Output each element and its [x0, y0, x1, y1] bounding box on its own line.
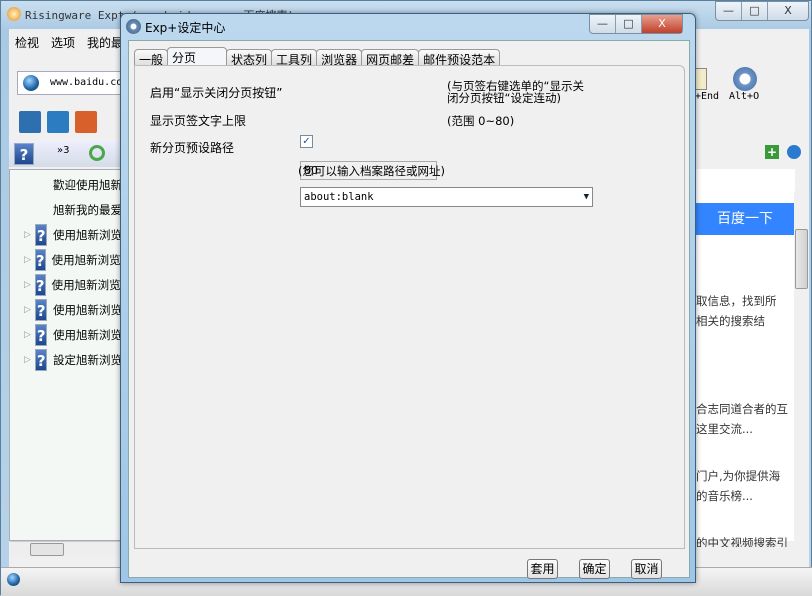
expand-icon[interactable]: ▷	[24, 305, 31, 315]
sidebar-horizontal-scrollbar[interactable]	[10, 541, 123, 557]
gear-icon	[126, 19, 141, 34]
expand-icon[interactable]: ▷	[24, 330, 31, 340]
sidebar-item-label: 歡迎使用旭新	[53, 178, 122, 192]
snippet-text: 的中文视频搜索引	[696, 536, 788, 547]
help-icon: ?	[35, 324, 47, 346]
alt-o-shortcut-label: Alt+O	[729, 91, 760, 102]
new-tab-path-combobox[interactable]: about:blank ▼	[300, 187, 593, 207]
add-icon[interactable]: +	[765, 145, 779, 159]
close-button[interactable]: X	[642, 15, 682, 33]
sidebar-item-label: 使用旭新浏览	[53, 303, 122, 317]
dialog-window-controls: — □ X	[589, 14, 683, 34]
sidebar-tab-overflow[interactable]: »3	[57, 145, 69, 156]
expand-icon[interactable]: ▷	[24, 280, 31, 290]
tab-1[interactable]: 分页	[167, 47, 228, 67]
expand-icon[interactable]: ▷	[24, 355, 31, 365]
scrollbar-thumb[interactable]	[30, 543, 64, 556]
baidu-search-button[interactable]: 百度一下	[696, 203, 794, 235]
maximize-button[interactable]: □	[742, 2, 768, 20]
snippet-text: 门户,为你提供海	[696, 469, 781, 483]
close-button[interactable]: X	[768, 2, 808, 20]
apply-button[interactable]: 套用	[527, 559, 558, 579]
help-icon: ?	[35, 299, 47, 321]
snippet-text: 取信息，找到所	[696, 294, 777, 308]
minimize-button[interactable]: —	[716, 2, 742, 20]
encoding-tool-icon[interactable]	[47, 111, 69, 133]
new-tab-path-value: about:blank	[304, 191, 374, 203]
main-window-controls: — □ X	[715, 1, 809, 21]
page-end-icon[interactable]	[695, 68, 707, 90]
cancel-button[interactable]: 取消	[631, 559, 662, 579]
app-logo-icon	[7, 7, 21, 21]
menu-options[interactable]: 选项	[51, 34, 75, 51]
html-tool-icon[interactable]	[75, 111, 97, 133]
sidebar-item[interactable]: ▷? 使用旭新浏览器	[10, 249, 122, 271]
help-icon[interactable]: ?	[14, 143, 34, 165]
show-close-checkbox[interactable]: ✓	[300, 135, 313, 148]
menu-view[interactable]: 检视	[15, 34, 39, 51]
snippet-text: 合志同道合者的互	[696, 402, 788, 416]
new-tab-path-hint: (您可以输入档案路径或网址)	[298, 164, 445, 178]
tab-panel-tabs: 启用“显示关闭分页按钮” ✓ (与页签右键选单的“显示关 闭分页按钮“设定连动)…	[134, 65, 685, 549]
toolbar-right: +End Alt+O	[695, 65, 795, 125]
help-icon: ?	[34, 274, 46, 296]
sidebar-item-label: 使用旭新浏览器	[51, 253, 122, 267]
maximize-button[interactable]: □	[616, 15, 642, 33]
expand-icon[interactable]: ▷	[24, 255, 31, 265]
toolbar	[19, 111, 97, 133]
refresh-icon[interactable]	[89, 145, 105, 161]
dialog-title: Exp+设定中心	[145, 21, 226, 35]
help-icon: ?	[34, 249, 46, 271]
sidebar-item[interactable]: 歡迎使用旭新	[10, 174, 122, 196]
minimize-button[interactable]: —	[590, 15, 616, 33]
end-shortcut-label: +End	[695, 91, 720, 102]
max-length-label: 显示页签文字上限	[150, 114, 247, 128]
sidebar-item[interactable]: ▷? 使用旭新浏览器	[10, 274, 122, 296]
snippet-text: 的音乐榜...	[696, 489, 753, 503]
sidebar-item-label: 使用旭新浏览器	[51, 278, 122, 292]
sidebar-item-label: 使用旭新浏览	[53, 328, 122, 342]
ok-button[interactable]: 确定	[579, 559, 610, 579]
show-close-hint: 闭分页按钮“设定连动)	[447, 91, 561, 105]
menu-bar: 检视 选项 我的最爱	[15, 34, 135, 51]
sidebar-item[interactable]: 旭新我的最爱	[10, 199, 122, 221]
sidebar-item[interactable]: ▷? 使用旭新浏览	[10, 299, 122, 321]
clock-icon[interactable]	[787, 145, 801, 159]
show-close-label: 启用“显示关闭分页按钮”	[150, 86, 283, 100]
sidebar-item[interactable]: ▷? 使用旭新浏览	[10, 324, 122, 346]
scrollbar-thumb[interactable]	[795, 229, 808, 289]
gear-icon[interactable]	[733, 67, 757, 91]
snippet-text: 这里交流...	[696, 422, 753, 436]
new-tab-path-label: 新分页预设路径	[150, 141, 235, 155]
dialog-body: 一般 分页 状态列 工具列 浏览器 网页邮差 邮件预设范本 启用“显示关闭分页按钮” ✓ (…	[128, 40, 690, 579]
sidebar-item-label: 設定旭新浏览	[53, 353, 122, 367]
sidebar-item-label: 旭新我的最爱	[53, 203, 122, 217]
settings-tool-icon[interactable]	[19, 111, 41, 133]
sidebar-list: 歡迎使用旭新旭新我的最爱▷?使用旭新浏览▷?使用旭新浏览器▷?使用旭新浏览器▷?…	[9, 169, 124, 541]
chevron-down-icon[interactable]: ▼	[584, 188, 589, 206]
help-icon: ?	[35, 349, 47, 371]
sidebar-item-label: 使用旭新浏览	[53, 228, 122, 242]
sidebar-tabs: ? »3	[9, 141, 124, 167]
settings-dialog: Exp+设定中心 — □ X 一般 分页 状态列 工具列 浏览器 网页邮差 邮件预设范本 启…	[120, 13, 696, 583]
expand-icon[interactable]: ▷	[24, 230, 31, 240]
globe-icon	[7, 573, 20, 586]
tab-bar: 一般 分页 状态列 工具列 浏览器 网页邮差 邮件预设范本	[134, 47, 501, 67]
snippet-text: 相关的搜索结	[696, 314, 765, 328]
max-length-hint: (范围 0~80)	[447, 114, 515, 128]
sidebar-item[interactable]: ▷? 設定旭新浏览	[10, 349, 122, 371]
globe-icon	[23, 75, 39, 91]
sidebar-item[interactable]: ▷? 使用旭新浏览	[10, 224, 122, 246]
help-icon: ?	[35, 224, 47, 246]
